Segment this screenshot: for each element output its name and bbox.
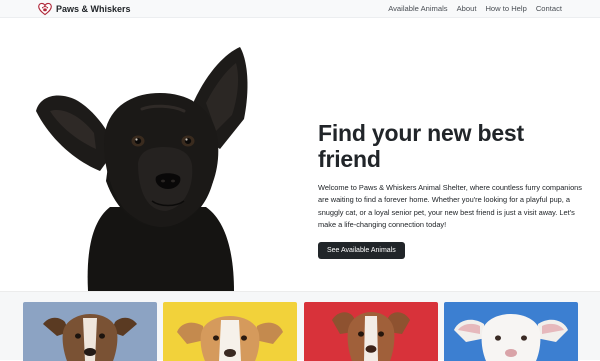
brand-name: Paws & Whiskers [56, 3, 131, 14]
hero-text: Find your new best friend Welcome to Paw… [318, 120, 588, 259]
nav-link-about[interactable]: About [457, 4, 477, 13]
animal-card[interactable] [23, 302, 157, 361]
hero-lead: Welcome to Paws & Whiskers Animal Shelte… [318, 183, 582, 230]
brand-link[interactable]: Paws & Whiskers [38, 2, 131, 16]
brown-white-dog-photo [304, 302, 438, 361]
nav-link-contact[interactable]: Contact [536, 4, 562, 13]
animal-card[interactable] [163, 302, 297, 361]
animal-gallery [0, 291, 600, 361]
hero-section: Find your new best friend Welcome to Paw… [0, 19, 600, 291]
white-dog-photo [444, 302, 578, 361]
heart-paw-logo-icon [38, 2, 52, 15]
black-dog-photo [36, 47, 248, 291]
nav-links: Available Animals About How to Help Cont… [388, 4, 562, 13]
nav-link-how-to-help[interactable]: How to Help [485, 4, 526, 13]
tan-white-dog-photo [163, 302, 297, 361]
animal-card[interactable] [444, 302, 578, 361]
hero-title: Find your new best friend [318, 120, 524, 172]
brindle-dog-photo [23, 302, 157, 361]
navbar: Paws & Whiskers Available Animals About … [0, 0, 600, 18]
nav-link-available-animals[interactable]: Available Animals [388, 4, 447, 13]
animal-card[interactable] [304, 302, 438, 361]
see-available-animals-button[interactable]: See Available Animals [318, 241, 405, 259]
